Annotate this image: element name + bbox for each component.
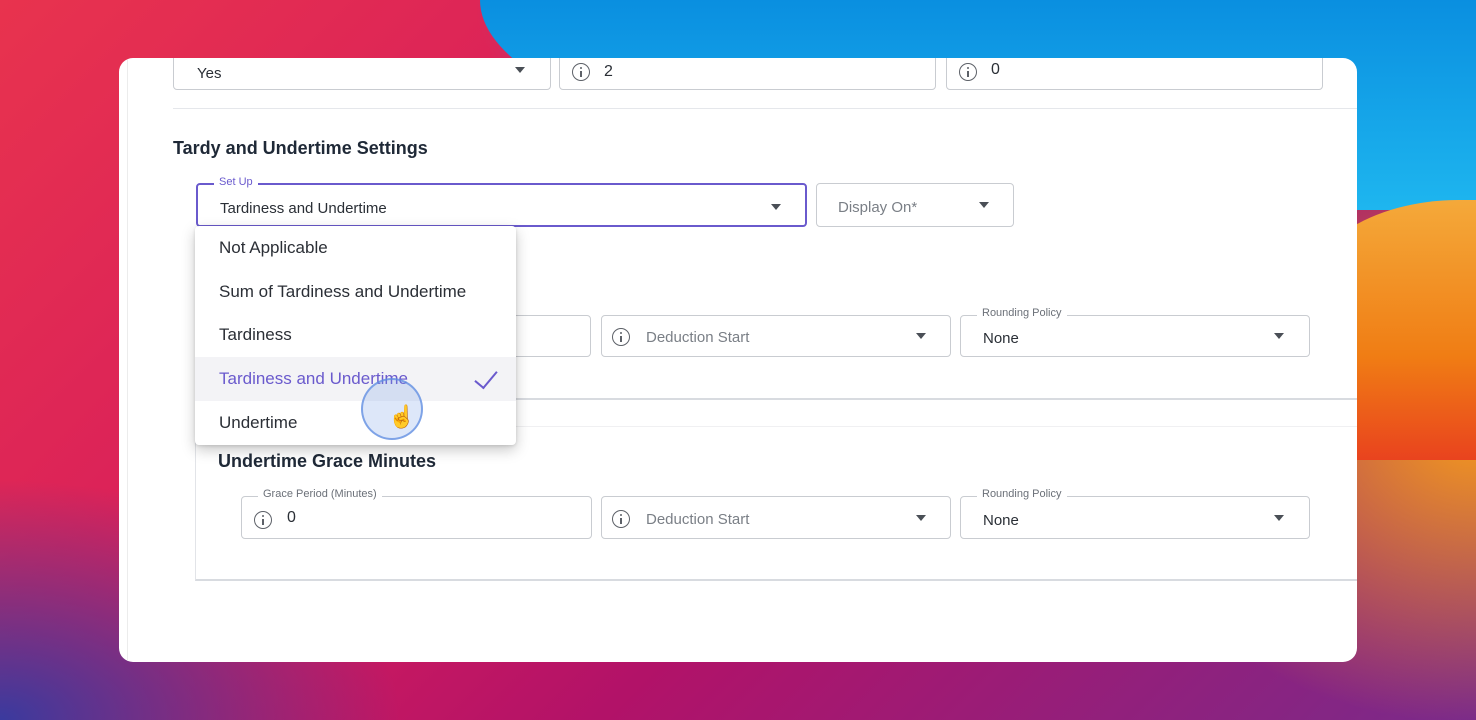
card-left-border [127, 58, 128, 662]
chevron-down-icon [515, 67, 525, 73]
info-icon [612, 510, 630, 528]
top-field-2-value: 2 [604, 63, 613, 80]
section-title-tardy: Tardy and Undertime Settings [173, 138, 428, 158]
checkmark-icon [474, 364, 498, 390]
undertime-deduction-start-select[interactable]: Deduction Start [601, 496, 951, 539]
dropdown-option-sum[interactable]: Sum of Tardiness and Undertime [195, 270, 516, 314]
chevron-down-icon [771, 204, 781, 210]
rounding-policy-value: None [983, 330, 1019, 347]
info-icon [572, 63, 590, 81]
undertime-deduction-placeholder: Deduction Start [646, 511, 750, 528]
setup-label: Set Up [214, 176, 258, 188]
setup-select[interactable]: Set Up Tardiness and Undertime [196, 176, 807, 227]
dropdown-option-not-applicable[interactable]: Not Applicable [195, 226, 516, 270]
chevron-down-icon [916, 333, 926, 339]
grace-period-value: 0 [287, 509, 296, 526]
chevron-down-icon [979, 202, 989, 208]
chevron-down-icon [916, 515, 926, 521]
hand-cursor-icon: ☝ [388, 404, 416, 429]
dropdown-option-tardiness[interactable]: Tardiness [195, 313, 516, 357]
deduction-start-placeholder: Deduction Start [646, 329, 750, 346]
top-select[interactable]: Yes [173, 58, 551, 90]
section-title-undertime: Undertime Grace Minutes [218, 451, 437, 471]
deduction-start-select[interactable]: Deduction Start [601, 315, 951, 357]
undertime-rounding-value: None [983, 512, 1019, 529]
rounding-policy-label: Rounding Policy [977, 307, 1067, 319]
display-on-placeholder: Display On* [838, 199, 918, 216]
rounding-policy-select[interactable]: Rounding Policy None [960, 307, 1310, 357]
grace-period-label: Grace Period (Minutes) [258, 488, 382, 500]
setup-select-value: Tardiness and Undertime [220, 200, 387, 217]
top-field-3[interactable]: 0 [946, 58, 1323, 90]
setup-dropdown-menu: Not Applicable Sum of Tardiness and Unde… [195, 226, 516, 445]
divider [173, 108, 1357, 109]
top-field-2[interactable]: 2 [559, 58, 936, 90]
top-select-value: Yes [197, 65, 222, 82]
top-field-3-value: 0 [991, 61, 1000, 78]
undertime-rounding-label: Rounding Policy [977, 488, 1067, 500]
info-icon [254, 511, 272, 529]
undertime-rounding-policy-select[interactable]: Rounding Policy None [960, 488, 1310, 539]
info-icon [959, 63, 977, 81]
display-on-select[interactable]: Display On* [816, 183, 1014, 227]
divider [449, 398, 1357, 400]
dropdown-option-undertime[interactable]: Undertime [195, 401, 516, 445]
dropdown-option-tardiness-and-undertime[interactable]: Tardiness and Undertime [195, 357, 516, 401]
chevron-down-icon [1274, 515, 1284, 521]
chevron-down-icon [1274, 333, 1284, 339]
info-icon [612, 328, 630, 346]
grace-period-field[interactable]: Grace Period (Minutes) 0 [241, 488, 592, 539]
